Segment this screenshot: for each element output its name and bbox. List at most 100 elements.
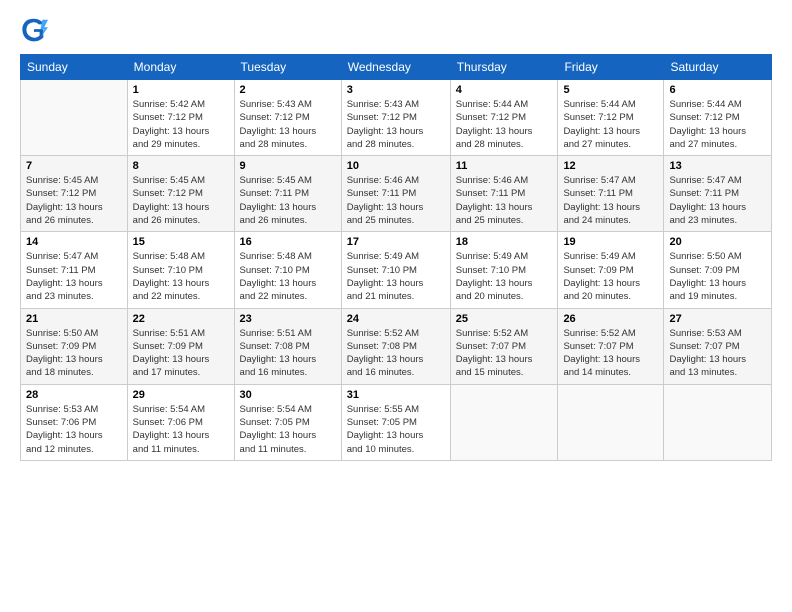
day-number: 10	[347, 160, 445, 172]
day-number: 28	[26, 389, 122, 401]
day-number: 12	[563, 160, 658, 172]
day-info: Sunrise: 5:42 AM Sunset: 7:12 PM Dayligh…	[133, 98, 229, 151]
calendar-cell: 11Sunrise: 5:46 AM Sunset: 7:11 PM Dayli…	[450, 156, 558, 232]
day-number: 6	[669, 84, 766, 96]
day-info: Sunrise: 5:50 AM Sunset: 7:09 PM Dayligh…	[669, 250, 766, 303]
day-number: 4	[456, 84, 553, 96]
day-number: 15	[133, 236, 229, 248]
header	[20, 16, 772, 44]
calendar-week-1: 1 Sunrise: 5:42 AM Sunset: 7:12 PM Daylig…	[21, 80, 772, 156]
day-number: 29	[133, 389, 229, 401]
day-number: 16	[240, 236, 336, 248]
calendar-cell: 13 Sunrise: 5:47 AM Sunset: 7:11 PM Dayli…	[664, 156, 772, 232]
calendar-header-row: SundayMondayTuesdayWednesdayThursdayFrid…	[21, 55, 772, 80]
calendar-week-2: 7Sunrise: 5:45 AM Sunset: 7:12 PM Daylig…	[21, 156, 772, 232]
day-info: Sunrise: 5:49 AM Sunset: 7:10 PM Dayligh…	[456, 250, 553, 303]
calendar-cell: 14 Sunrise: 5:47 AM Sunset: 7:11 PM Dayli…	[21, 232, 128, 308]
day-number: 9	[240, 160, 336, 172]
calendar-cell: 21 Sunrise: 5:50 AM Sunset: 7:09 PM Dayli…	[21, 308, 128, 384]
calendar-cell: 18 Sunrise: 5:49 AM Sunset: 7:10 PM Dayli…	[450, 232, 558, 308]
day-number: 14	[26, 236, 122, 248]
calendar-cell: 9 Sunrise: 5:45 AM Sunset: 7:11 PM Daylig…	[234, 156, 341, 232]
calendar: SundayMondayTuesdayWednesdayThursdayFrid…	[20, 54, 772, 461]
calendar-cell: 30 Sunrise: 5:54 AM Sunset: 7:05 PM Dayli…	[234, 384, 341, 460]
day-info: Sunrise: 5:49 AM Sunset: 7:09 PM Dayligh…	[563, 250, 658, 303]
day-info: Sunrise: 5:44 AM Sunset: 7:12 PM Dayligh…	[563, 98, 658, 151]
day-info: Sunrise: 5:52 AM Sunset: 7:08 PM Dayligh…	[347, 327, 445, 380]
weekday-header-saturday: Saturday	[664, 55, 772, 80]
day-number: 30	[240, 389, 336, 401]
calendar-cell: 5 Sunrise: 5:44 AM Sunset: 7:12 PM Daylig…	[558, 80, 664, 156]
calendar-week-4: 21 Sunrise: 5:50 AM Sunset: 7:09 PM Dayli…	[21, 308, 772, 384]
day-info: Sunrise: 5:45 AM Sunset: 7:12 PM Dayligh…	[133, 174, 229, 227]
calendar-cell: 24Sunrise: 5:52 AM Sunset: 7:08 PM Dayli…	[341, 308, 450, 384]
calendar-cell: 25Sunrise: 5:52 AM Sunset: 7:07 PM Dayli…	[450, 308, 558, 384]
day-info: Sunrise: 5:47 AM Sunset: 7:11 PM Dayligh…	[563, 174, 658, 227]
weekday-header-thursday: Thursday	[450, 55, 558, 80]
day-info: Sunrise: 5:47 AM Sunset: 7:11 PM Dayligh…	[669, 174, 766, 227]
page: SundayMondayTuesdayWednesdayThursdayFrid…	[0, 0, 792, 612]
day-number: 20	[669, 236, 766, 248]
day-number: 19	[563, 236, 658, 248]
calendar-cell: 31Sunrise: 5:55 AM Sunset: 7:05 PM Dayli…	[341, 384, 450, 460]
day-number: 8	[133, 160, 229, 172]
weekday-header-friday: Friday	[558, 55, 664, 80]
day-info: Sunrise: 5:50 AM Sunset: 7:09 PM Dayligh…	[26, 327, 122, 380]
calendar-cell: 12 Sunrise: 5:47 AM Sunset: 7:11 PM Dayli…	[558, 156, 664, 232]
day-info: Sunrise: 5:45 AM Sunset: 7:12 PM Dayligh…	[26, 174, 122, 227]
day-info: Sunrise: 5:54 AM Sunset: 7:06 PM Dayligh…	[133, 403, 229, 456]
day-number: 26	[563, 313, 658, 325]
calendar-cell: 29 Sunrise: 5:54 AM Sunset: 7:06 PM Dayli…	[127, 384, 234, 460]
day-info: Sunrise: 5:48 AM Sunset: 7:10 PM Dayligh…	[240, 250, 336, 303]
weekday-header-wednesday: Wednesday	[341, 55, 450, 80]
day-number: 5	[563, 84, 658, 96]
calendar-cell: 19 Sunrise: 5:49 AM Sunset: 7:09 PM Dayli…	[558, 232, 664, 308]
day-info: Sunrise: 5:44 AM Sunset: 7:12 PM Dayligh…	[456, 98, 553, 151]
calendar-week-5: 28Sunrise: 5:53 AM Sunset: 7:06 PM Dayli…	[21, 384, 772, 460]
day-info: Sunrise: 5:54 AM Sunset: 7:05 PM Dayligh…	[240, 403, 336, 456]
day-info: Sunrise: 5:52 AM Sunset: 7:07 PM Dayligh…	[563, 327, 658, 380]
calendar-cell: 1 Sunrise: 5:42 AM Sunset: 7:12 PM Daylig…	[127, 80, 234, 156]
calendar-cell	[558, 384, 664, 460]
calendar-cell	[450, 384, 558, 460]
day-info: Sunrise: 5:51 AM Sunset: 7:08 PM Dayligh…	[240, 327, 336, 380]
day-info: Sunrise: 5:45 AM Sunset: 7:11 PM Dayligh…	[240, 174, 336, 227]
calendar-cell: 4 Sunrise: 5:44 AM Sunset: 7:12 PM Daylig…	[450, 80, 558, 156]
day-info: Sunrise: 5:43 AM Sunset: 7:12 PM Dayligh…	[347, 98, 445, 151]
calendar-cell: 7Sunrise: 5:45 AM Sunset: 7:12 PM Daylig…	[21, 156, 128, 232]
day-number: 17	[347, 236, 445, 248]
calendar-cell: 28Sunrise: 5:53 AM Sunset: 7:06 PM Dayli…	[21, 384, 128, 460]
day-number: 25	[456, 313, 553, 325]
calendar-cell: 22Sunrise: 5:51 AM Sunset: 7:09 PM Dayli…	[127, 308, 234, 384]
calendar-cell: 6 Sunrise: 5:44 AM Sunset: 7:12 PM Daylig…	[664, 80, 772, 156]
day-number: 22	[133, 313, 229, 325]
day-number: 27	[669, 313, 766, 325]
calendar-cell: 2 Sunrise: 5:43 AM Sunset: 7:12 PM Daylig…	[234, 80, 341, 156]
calendar-cell: 15 Sunrise: 5:48 AM Sunset: 7:10 PM Dayli…	[127, 232, 234, 308]
day-info: Sunrise: 5:46 AM Sunset: 7:11 PM Dayligh…	[347, 174, 445, 227]
day-number: 3	[347, 84, 445, 96]
weekday-header-tuesday: Tuesday	[234, 55, 341, 80]
day-number: 23	[240, 313, 336, 325]
calendar-cell	[664, 384, 772, 460]
day-info: Sunrise: 5:49 AM Sunset: 7:10 PM Dayligh…	[347, 250, 445, 303]
day-info: Sunrise: 5:48 AM Sunset: 7:10 PM Dayligh…	[133, 250, 229, 303]
calendar-cell: 26 Sunrise: 5:52 AM Sunset: 7:07 PM Dayli…	[558, 308, 664, 384]
calendar-cell: 20 Sunrise: 5:50 AM Sunset: 7:09 PM Dayli…	[664, 232, 772, 308]
day-info: Sunrise: 5:47 AM Sunset: 7:11 PM Dayligh…	[26, 250, 122, 303]
day-number: 18	[456, 236, 553, 248]
calendar-cell	[21, 80, 128, 156]
day-number: 1	[133, 84, 229, 96]
day-number: 2	[240, 84, 336, 96]
calendar-cell: 16 Sunrise: 5:48 AM Sunset: 7:10 PM Dayli…	[234, 232, 341, 308]
day-info: Sunrise: 5:44 AM Sunset: 7:12 PM Dayligh…	[669, 98, 766, 151]
logo-icon	[20, 16, 48, 44]
weekday-header-monday: Monday	[127, 55, 234, 80]
calendar-cell: 8 Sunrise: 5:45 AM Sunset: 7:12 PM Daylig…	[127, 156, 234, 232]
day-info: Sunrise: 5:43 AM Sunset: 7:12 PM Dayligh…	[240, 98, 336, 151]
calendar-cell: 10 Sunrise: 5:46 AM Sunset: 7:11 PM Dayli…	[341, 156, 450, 232]
calendar-cell: 27Sunrise: 5:53 AM Sunset: 7:07 PM Dayli…	[664, 308, 772, 384]
day-number: 13	[669, 160, 766, 172]
day-info: Sunrise: 5:55 AM Sunset: 7:05 PM Dayligh…	[347, 403, 445, 456]
day-number: 21	[26, 313, 122, 325]
